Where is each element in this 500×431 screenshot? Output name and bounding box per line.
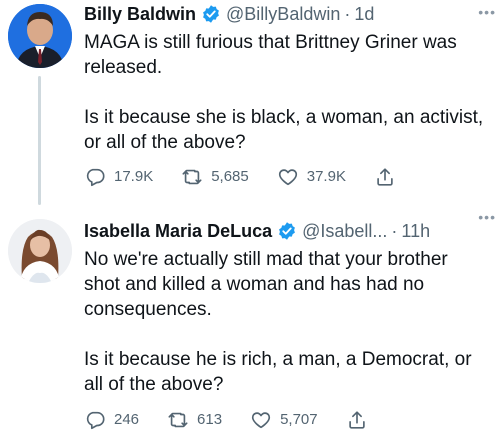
like-button[interactable]: 5,707 [250,409,318,431]
like-count: 37.9K [306,168,346,185]
tweet-header: Billy Baldwin @BillyBaldwin · 1d [84,0,492,28]
retweet-count: 613 [197,411,223,428]
display-name[interactable]: Isabella Maria DeLuca [84,218,272,244]
retweet-button[interactable]: 613 [167,409,222,431]
like-count: 5,707 [280,411,318,428]
tweet-text: No we're actually still mad that your br… [84,249,472,395]
retweet-count: 5,685 [211,168,249,185]
share-icon [348,411,365,429]
verified-badge-icon [279,222,296,240]
retweet-button[interactable]: 5,685 [181,166,249,188]
heart-icon [251,412,271,429]
share-icon [377,168,393,186]
verified-badge-icon [203,5,219,23]
reply-icon [86,168,105,187]
avatar[interactable] [8,4,72,68]
reply-button[interactable]: 246 [84,409,139,431]
share-button[interactable] [346,409,376,431]
display-name[interactable]: Billy Baldwin [84,1,196,27]
separator: · [391,221,398,241]
more-options-icon[interactable]: ••• [478,4,496,20]
reply-count: 17.9K [114,168,154,185]
thread-line [38,76,41,205]
like-button[interactable]: 37.9K [277,166,346,188]
avatar[interactable] [8,219,72,283]
handle[interactable]: @Isabell... [302,218,387,244]
more-options-icon[interactable]: ••• [478,209,496,225]
separator: · [344,4,351,24]
tweet-2[interactable]: Isabella Maria DeLuca @Isabell... · 11h … [0,205,500,430]
retweet-icon [168,412,188,428]
avatar-image [8,219,72,283]
reply-count: 246 [114,411,140,428]
action-bar: 246 613 5,707 [84,409,404,431]
retweet-icon [182,169,202,185]
timestamp[interactable]: 11h [401,218,430,244]
reply-icon [86,411,105,430]
timestamp[interactable]: 1d [354,1,374,27]
action-bar: 17.9K 5,685 37.9K [84,166,432,188]
avatar-image [8,4,72,68]
tweet-body: Billy Baldwin @BillyBaldwin · 1d MAGA is… [84,0,492,187]
handle[interactable]: @BillyBaldwin [226,1,340,27]
heart-icon [278,169,297,186]
tweet-body: Isabella Maria DeLuca @Isabell... · 11h … [84,217,492,430]
tweet-header: Isabella Maria DeLuca @Isabell... · 11h [84,217,492,245]
tweet-1[interactable]: Billy Baldwin @BillyBaldwin · 1d MAGA is… [0,0,500,205]
share-button[interactable] [374,166,404,188]
reply-button[interactable]: 17.9K [84,166,153,188]
tweet-text: MAGA is still furious that Brittney Grin… [84,32,484,153]
